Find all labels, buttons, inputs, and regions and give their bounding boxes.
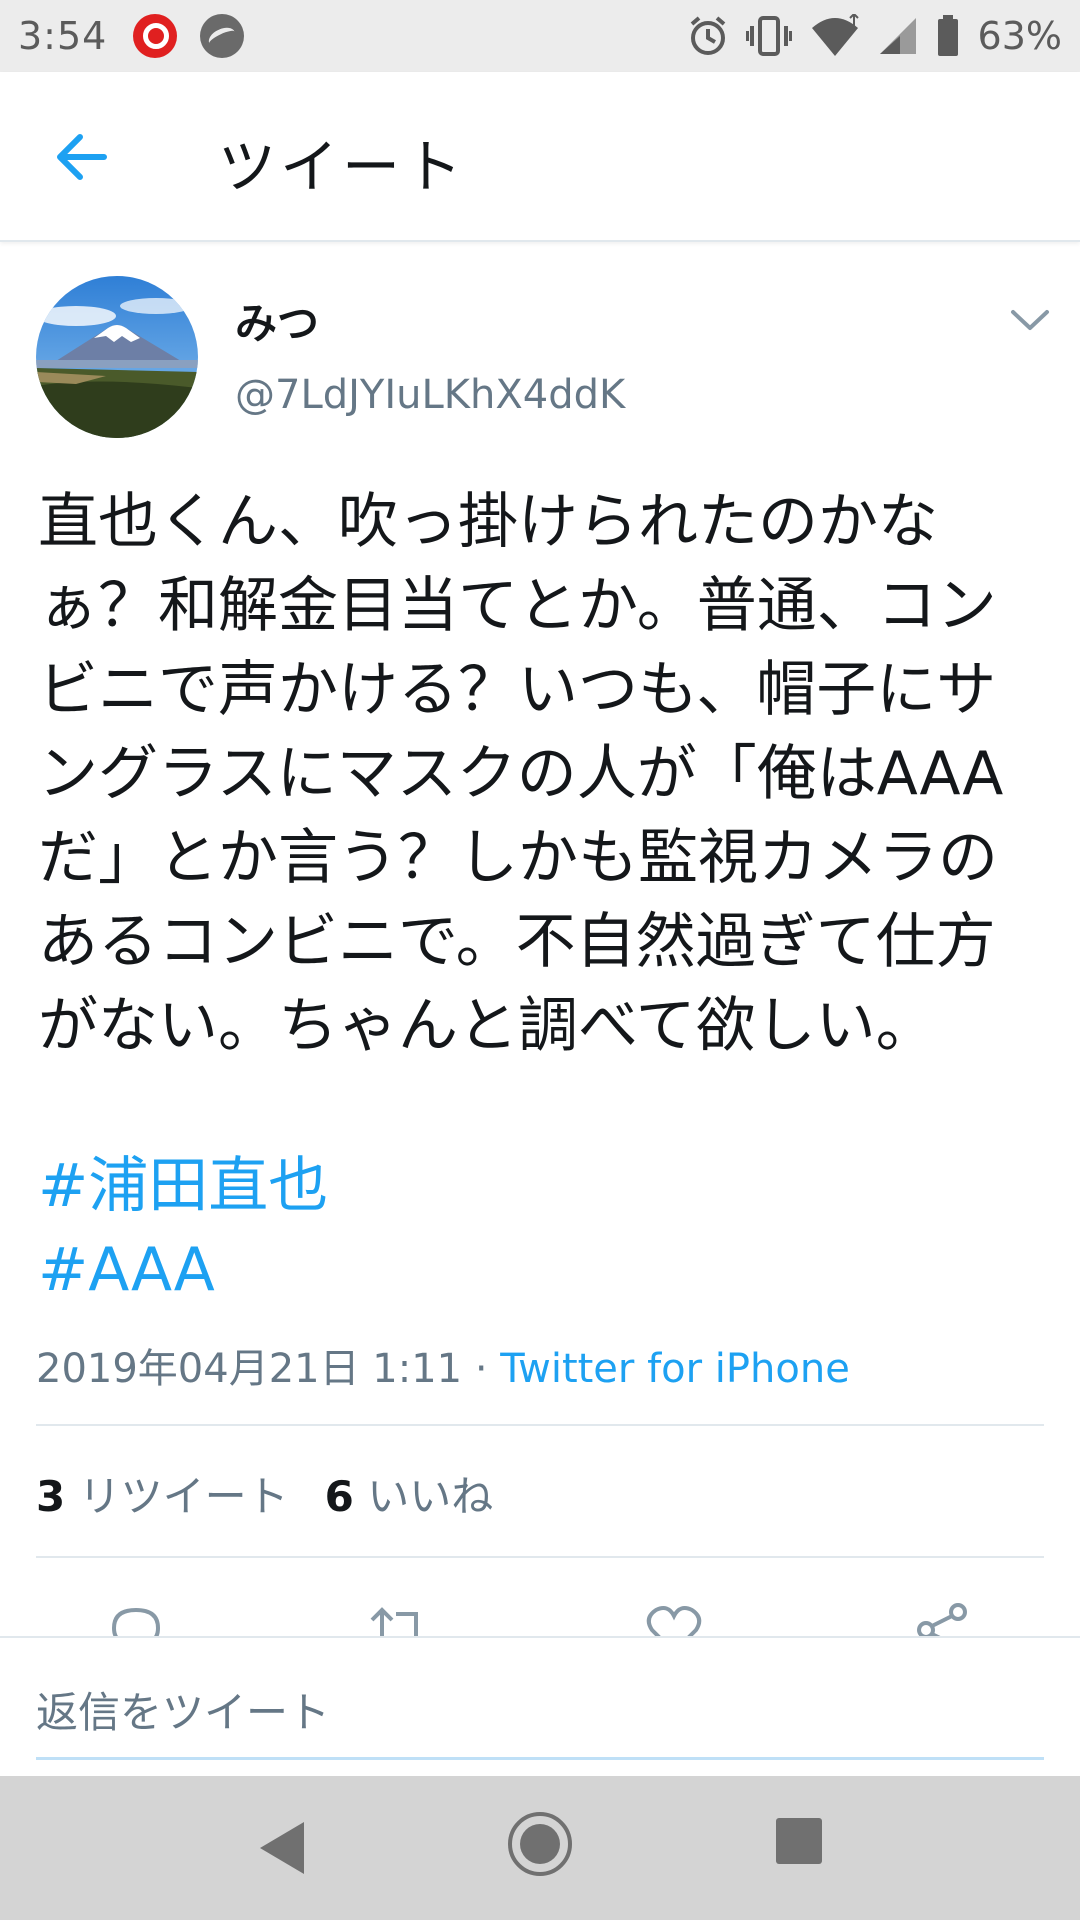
like-icon[interactable]	[644, 1600, 704, 1636]
recents-square-icon[interactable]	[774, 1816, 824, 1870]
like-count: 6	[324, 1472, 354, 1521]
retweet-stat[interactable]: 3 リツイート	[36, 1472, 289, 1521]
back-button[interactable]	[50, 127, 120, 187]
like-stat[interactable]: 6 いいね	[325, 1472, 494, 1521]
retweet-count: 3	[36, 1472, 66, 1521]
alarm-icon	[688, 14, 728, 58]
tweet-meta: 2019年04月21日 1:11 · Twitter for iPhone	[36, 1336, 850, 1394]
hashtag-link[interactable]: #AAA	[38, 1228, 215, 1312]
tweet-source-link[interactable]: Twitter for iPhone	[500, 1346, 850, 1392]
reply-input[interactable]: 返信をツイート	[36, 1662, 1044, 1760]
arrow-left-icon	[57, 134, 107, 180]
battery-icon	[936, 14, 960, 58]
avatar-image	[36, 276, 198, 438]
vibrate-icon	[745, 14, 792, 58]
tweet-text: 直也くん、吹っ掛けられたのかなぁ？和解金目当てとか。普通、コンビニで声かける？い…	[38, 487, 1004, 1061]
tweet-timestamp: 2019年04月21日 1:11	[36, 1346, 463, 1392]
battery-percent: 63%	[977, 14, 1062, 58]
notification-app-icon-2	[200, 14, 244, 58]
user-handle[interactable]: @7LdJYIuLKhX4ddK	[235, 372, 625, 418]
divider	[36, 1556, 1044, 1558]
system-icons: 63%	[688, 10, 1062, 62]
hashtag-link[interactable]: #浦田直也	[38, 1144, 328, 1228]
page-title: ツイート	[218, 133, 467, 201]
display-name[interactable]: みつ	[235, 290, 319, 351]
notification-app-icon	[133, 14, 177, 58]
status-time: 3:54	[18, 14, 108, 58]
reply-bar: 返信をツイート	[0, 1636, 1080, 1776]
like-label: いいね	[367, 1472, 494, 1521]
wifi-icon	[810, 14, 860, 58]
divider	[36, 1424, 1044, 1426]
tweet-menu-button[interactable]	[1005, 300, 1055, 340]
app-bar: ツイート	[0, 72, 1080, 242]
signal-icon	[878, 14, 918, 58]
avatar[interactable]	[36, 276, 198, 438]
tweet-stats: 3 リツイート 6 いいね	[36, 1463, 493, 1524]
retweet-icon[interactable]	[368, 1600, 430, 1636]
home-circle-icon[interactable]	[506, 1810, 574, 1882]
back-triangle-icon[interactable]	[254, 1814, 310, 1886]
tweet-actions	[0, 1592, 1080, 1636]
status-bar: 3:54 63%	[0, 0, 1080, 72]
reply-icon[interactable]	[106, 1600, 166, 1636]
retweet-label: リツイート	[78, 1472, 289, 1521]
meta-separator: ·	[462, 1346, 501, 1392]
chevron-down-icon	[1011, 310, 1049, 330]
navigation-bar	[0, 1776, 1080, 1920]
share-icon[interactable]	[912, 1600, 972, 1636]
